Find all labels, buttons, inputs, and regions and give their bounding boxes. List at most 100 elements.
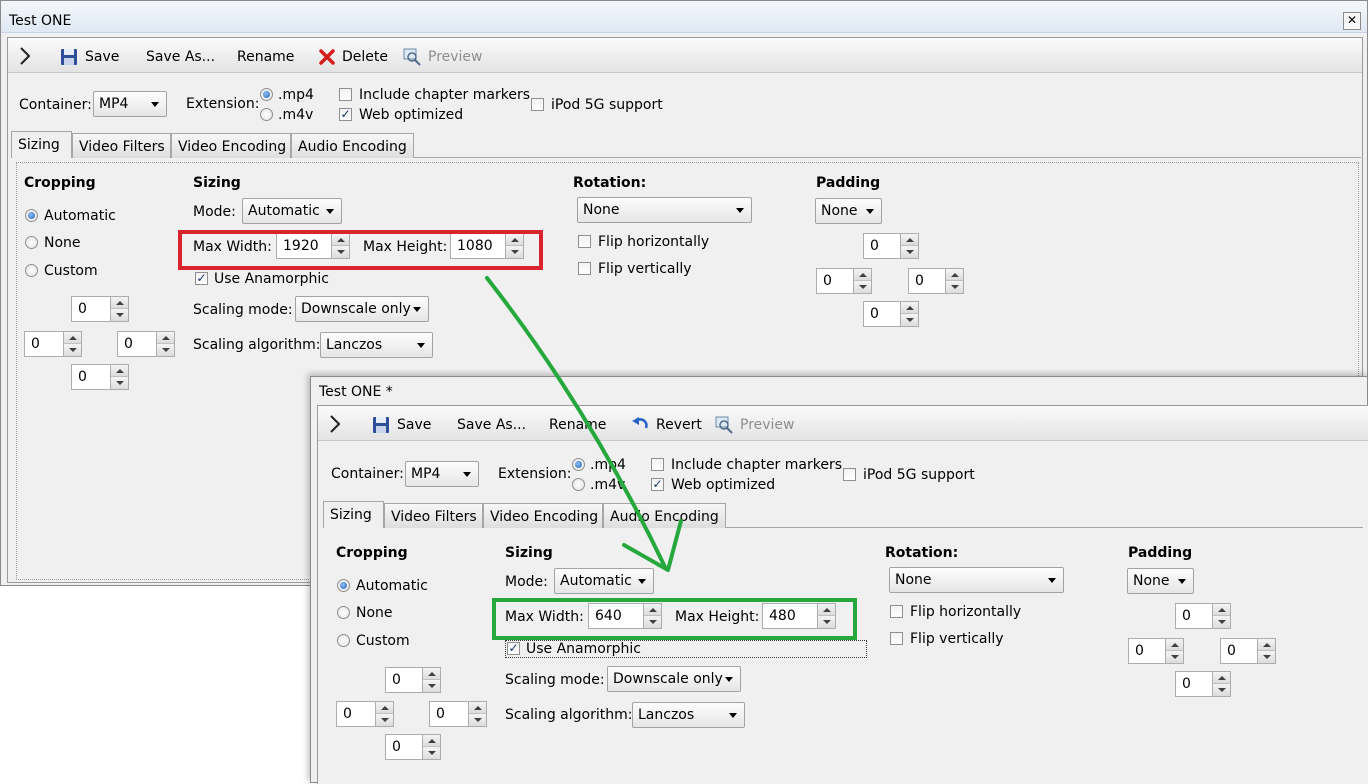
stepper-down-icon[interactable] [1258,651,1275,663]
cropping-none-radio[interactable] [337,606,350,619]
stepper-up-icon[interactable] [157,332,174,344]
pad-left-stepper[interactable]: 0 [1128,638,1184,664]
tab-video-filters[interactable]: Video Filters [72,133,171,158]
rename-button[interactable]: Rename [549,415,606,435]
stepper-down-icon[interactable] [469,714,486,726]
stepper-up-icon[interactable] [111,297,128,309]
ext-mp4-radio[interactable] [260,88,273,101]
crop-left-stepper[interactable]: 0 [24,331,82,357]
crop-bottom-stepper[interactable]: 0 [71,364,129,390]
pad-bottom-stepper[interactable]: 0 [863,301,919,327]
use-anamorphic-checkbox[interactable]: ✓ [195,272,208,285]
save-as-button[interactable]: Save As... [457,415,526,435]
pad-bottom-stepper[interactable]: 0 [1175,671,1231,697]
stepper-down-icon[interactable] [423,747,440,759]
tab-audio-encoding[interactable]: Audio Encoding [291,133,414,158]
tab-video-encoding[interactable]: Video Encoding [171,133,291,158]
crop-bottom-stepper[interactable]: 0 [385,734,441,760]
stepper-down-icon[interactable] [1213,616,1230,628]
flip-vertical-checkbox[interactable] [578,262,591,275]
save-button[interactable]: Save [372,415,431,435]
tab-video-encoding[interactable]: Video Encoding [483,503,603,528]
stepper-up-icon[interactable] [1213,604,1230,616]
title-bar[interactable]: Test ONE ✕ [1,1,1367,33]
chevron-right-icon[interactable] [18,46,32,66]
stepper-down-icon[interactable] [64,344,81,356]
scaling-mode-select[interactable]: Downscale only [295,296,429,322]
delete-button[interactable]: Delete [319,47,388,67]
cropping-automatic-radio[interactable] [25,209,38,222]
stepper-up-icon[interactable] [111,365,128,377]
stepper-up-icon[interactable] [64,332,81,344]
stepper-up-icon[interactable] [946,269,963,281]
scaling-algorithm-select[interactable]: Lanczos [632,702,745,728]
tab-sizing[interactable]: Sizing [11,131,72,158]
container-select[interactable]: MP4 [93,91,167,117]
revert-button[interactable]: Revert [631,415,702,435]
flip-vertical-checkbox[interactable] [890,632,903,645]
stepper-up-icon[interactable] [1258,639,1275,651]
scaling-mode-select[interactable]: Downscale only [607,666,741,692]
stepper-up-icon[interactable] [901,234,918,246]
ext-mp4-radio[interactable] [572,458,585,471]
stepper-up-icon[interactable] [901,302,918,314]
stepper-down-icon[interactable] [111,377,128,389]
pad-right-stepper[interactable]: 0 [1220,638,1276,664]
stepper-down-icon[interactable] [423,680,440,692]
rotation-select[interactable]: None [889,567,1064,593]
stepper-down-icon[interactable] [946,281,963,293]
padding-select[interactable]: None [1127,568,1194,594]
stepper-down-icon[interactable] [1213,684,1230,696]
close-icon[interactable]: ✕ [1343,12,1361,30]
rotation-select[interactable]: None [577,197,752,223]
include-chapters-checkbox[interactable] [339,88,352,101]
flip-horizontal-checkbox[interactable] [890,605,903,618]
web-optimized-checkbox[interactable]: ✓ [339,108,352,121]
cropping-custom-radio[interactable] [337,634,350,647]
stepper-up-icon[interactable] [423,668,440,680]
ext-m4v-radio[interactable] [260,108,273,121]
ext-m4v-radio[interactable] [572,478,585,491]
cropping-none-radio[interactable] [25,236,38,249]
scaling-algorithm-select[interactable]: Lanczos [320,332,433,358]
pad-top-stepper[interactable]: 0 [1175,603,1231,629]
chevron-right-icon[interactable] [328,414,342,434]
stepper-down-icon[interactable] [376,714,393,726]
save-as-button[interactable]: Save As... [146,47,215,67]
web-optimized-checkbox[interactable]: ✓ [651,478,664,491]
mode-select[interactable]: Automatic [242,198,342,224]
cropping-custom-radio[interactable] [25,264,38,277]
include-chapters-checkbox[interactable] [651,458,664,471]
mode-select[interactable]: Automatic [554,568,654,594]
stepper-down-icon[interactable] [1166,651,1183,663]
pad-right-stepper[interactable]: 0 [908,268,964,294]
pad-left-stepper[interactable]: 0 [816,268,872,294]
use-anamorphic-checkbox[interactable]: ✓ [507,642,520,655]
pad-top-stepper[interactable]: 0 [863,233,919,259]
stepper-down-icon[interactable] [901,246,918,258]
rename-button[interactable]: Rename [237,47,294,67]
padding-select[interactable]: None [815,198,882,224]
preview-button[interactable]: Preview [403,47,483,67]
stepper-up-icon[interactable] [1166,639,1183,651]
flip-horizontal-checkbox[interactable] [578,235,591,248]
crop-left-stepper[interactable]: 0 [336,701,394,727]
tab-audio-encoding[interactable]: Audio Encoding [603,503,726,528]
stepper-up-icon[interactable] [423,735,440,747]
tab-video-filters[interactable]: Video Filters [384,503,483,528]
crop-right-stepper[interactable]: 0 [429,701,487,727]
preview-button[interactable]: Preview [715,415,795,435]
title-bar[interactable]: Test ONE * [311,377,1367,405]
stepper-up-icon[interactable] [1213,672,1230,684]
crop-top-stepper[interactable]: 0 [385,667,441,693]
stepper-down-icon[interactable] [854,281,871,293]
save-button[interactable]: Save [60,47,119,67]
ipod-checkbox[interactable] [531,98,544,111]
stepper-down-icon[interactable] [111,309,128,321]
crop-top-stepper[interactable]: 0 [71,296,129,322]
cropping-automatic-radio[interactable] [337,579,350,592]
container-select[interactable]: MP4 [405,461,479,487]
stepper-up-icon[interactable] [376,702,393,714]
stepper-up-icon[interactable] [469,702,486,714]
stepper-down-icon[interactable] [157,344,174,356]
